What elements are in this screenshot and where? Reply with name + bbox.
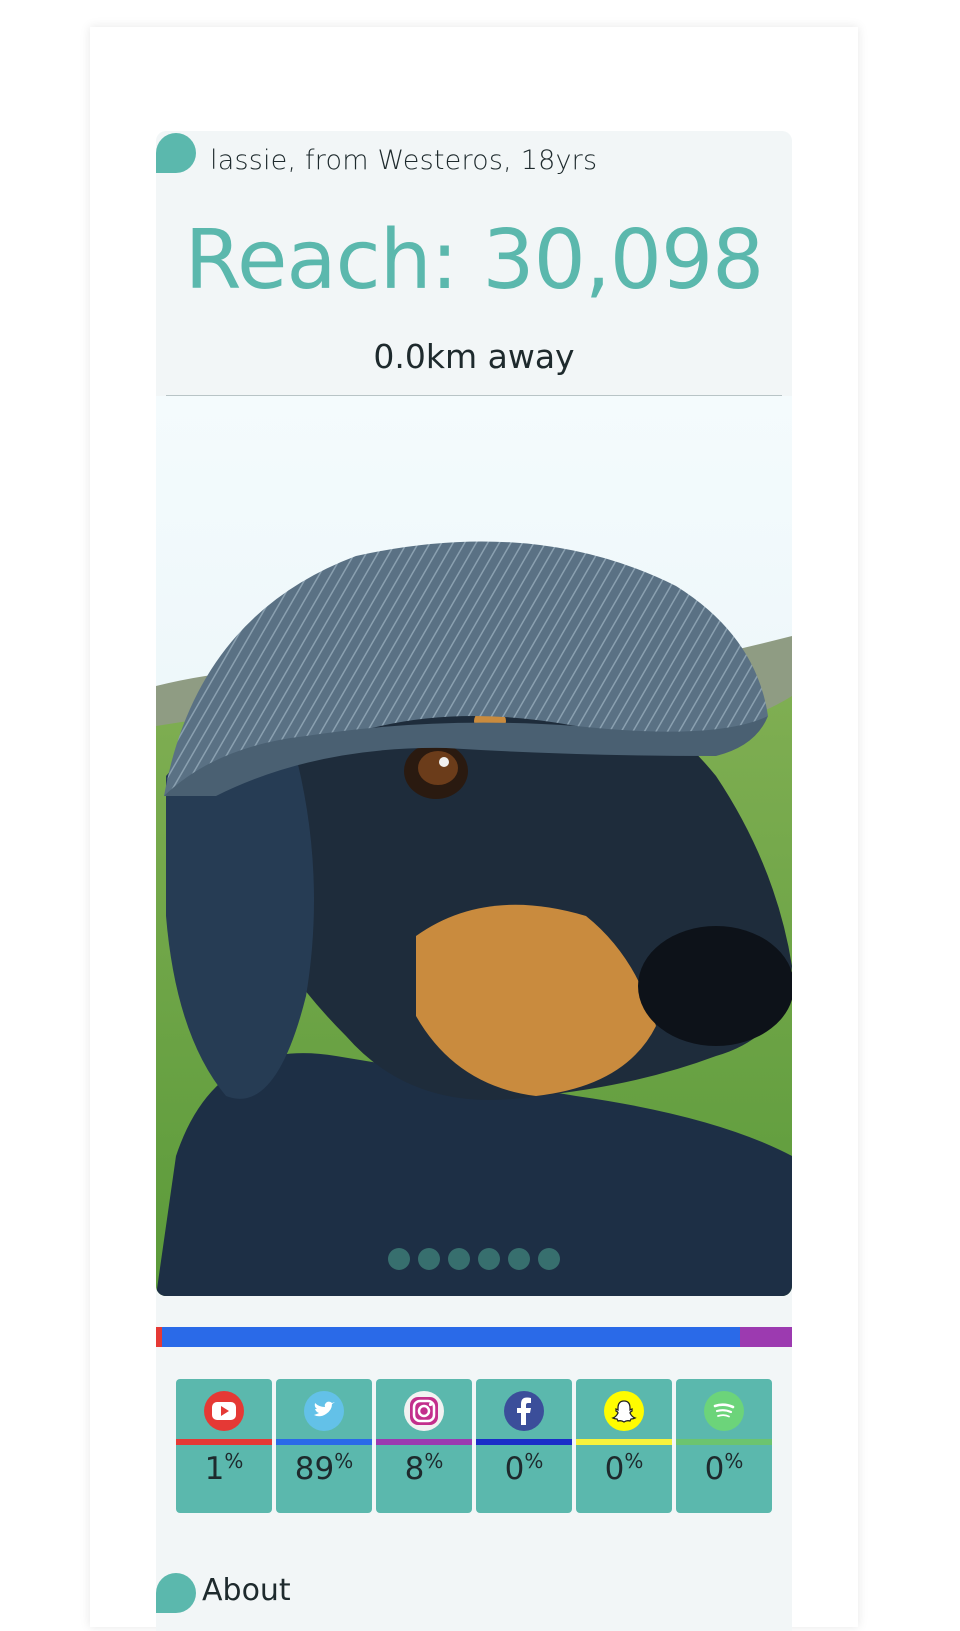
- network-stripe: [476, 1439, 572, 1445]
- network-tiles: 1% 89% 8% 0% 0% 0%: [176, 1379, 772, 1513]
- network-percent: 0%: [504, 1449, 544, 1487]
- reach-count: Reach: 30,098: [184, 213, 765, 308]
- network-stripe: [676, 1439, 772, 1445]
- carousel-dot[interactable]: [448, 1248, 470, 1270]
- network-percent: 8%: [404, 1449, 444, 1487]
- network-percent: 1%: [204, 1449, 244, 1487]
- network-tile-facebook[interactable]: 0%: [476, 1379, 572, 1513]
- network-share-bar: [156, 1327, 792, 1347]
- share-segment-twitter: [162, 1327, 741, 1347]
- network-tile-instagram[interactable]: 8%: [376, 1379, 472, 1513]
- network-tile-snapchat[interactable]: 0%: [576, 1379, 672, 1513]
- about-heading: About: [202, 1573, 291, 1608]
- speech-bubble-icon: [156, 133, 196, 173]
- carousel-dot[interactable]: [478, 1248, 500, 1270]
- carousel-dot[interactable]: [538, 1248, 560, 1270]
- network-stripe: [376, 1439, 472, 1445]
- instagram-icon: [404, 1391, 444, 1431]
- network-percent: 89%: [294, 1449, 354, 1487]
- speech-bubble-icon: [156, 1573, 196, 1613]
- network-tile-youtube[interactable]: 1%: [176, 1379, 272, 1513]
- carousel-dot[interactable]: [508, 1248, 530, 1270]
- page-container: lassie, from Westeros, 18yrs Reach: 30,0…: [90, 27, 858, 1631]
- facebook-icon: [504, 1391, 544, 1431]
- network-stripe: [276, 1439, 372, 1445]
- network-stripe: [576, 1439, 672, 1445]
- profile-photo-carousel[interactable]: [156, 396, 792, 1296]
- carousel-indicators: [156, 1248, 792, 1270]
- network-percent: 0%: [604, 1449, 644, 1487]
- profile-card: lassie, from Westeros, 18yrs Reach: 30,0…: [156, 131, 792, 1631]
- network-percent: 0%: [704, 1449, 744, 1487]
- spotify-icon: [704, 1391, 744, 1431]
- share-segment-instagram: [740, 1327, 792, 1347]
- network-tile-twitter[interactable]: 89%: [276, 1379, 372, 1513]
- twitter-icon: [304, 1391, 344, 1431]
- network-tile-spotify[interactable]: 0%: [676, 1379, 772, 1513]
- network-stripe: [176, 1439, 272, 1445]
- profile-subtitle: lassie, from Westeros, 18yrs: [210, 145, 598, 176]
- distance-label: 0.0km away: [373, 337, 575, 376]
- youtube-icon: [204, 1391, 244, 1431]
- carousel-dot[interactable]: [388, 1248, 410, 1270]
- profile-photo: [156, 396, 792, 1296]
- snapchat-icon: [604, 1391, 644, 1431]
- carousel-dot[interactable]: [418, 1248, 440, 1270]
